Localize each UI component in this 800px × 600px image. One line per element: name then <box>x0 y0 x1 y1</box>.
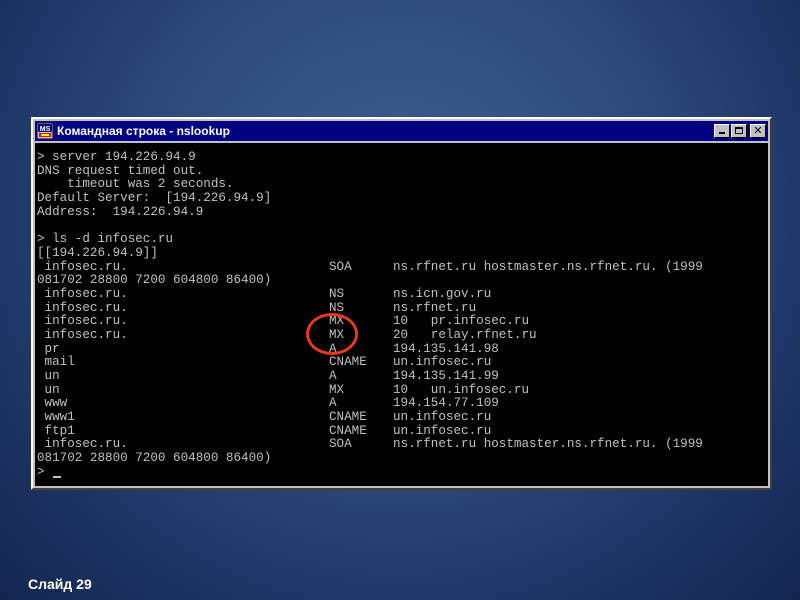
console-line-value: un.infosec.ru <box>393 355 492 370</box>
console-line-name: infosec.ru. <box>37 327 128 342</box>
console-line-name: infosec.ru. <box>37 300 128 315</box>
title-bar[interactable]: MS Командная строка - nslookup ✕ <box>35 121 768 141</box>
console-line-value: un.infosec.ru <box>393 423 492 438</box>
console-line-name: mail <box>37 355 75 370</box>
console-line: Default Server: [194.226.94.9] <box>37 191 768 206</box>
console-line: DNS request timed out. <box>37 163 768 179</box>
console-prompt: > <box>37 464 45 479</box>
text-cursor <box>52 475 61 478</box>
minimize-icon <box>719 132 725 134</box>
slide-number: Слайд 29 <box>28 576 92 592</box>
console-line-type: CNAME <box>329 355 367 370</box>
console-line-type: NS <box>329 286 345 301</box>
console-line-type <box>329 233 393 247</box>
console-line: un A 194.135.141.99 <box>37 369 768 384</box>
maximize-button[interactable] <box>731 124 747 138</box>
console-line-name: infosec.ru. <box>37 314 128 329</box>
console-line-type: MX <box>329 382 345 397</box>
console-line-type <box>329 206 393 220</box>
console-line: www1 CNAME un.infosec.ru <box>37 410 768 425</box>
console-line-type: CNAME <box>329 410 367 425</box>
console-line-value: ns.rfnet.ru hostmaster.ns.rfnet.ru. (199… <box>393 437 703 452</box>
console-line-name: www1 <box>37 410 75 425</box>
maximize-icon <box>735 127 743 134</box>
console-line: infosec.ru. NS ns.icn.gov.ru <box>37 286 768 302</box>
console-line-name <box>37 219 329 233</box>
console-window[interactable]: MS Командная строка - nslookup ✕ > serve… <box>31 117 772 490</box>
console-line-name: > server 194.226.94.9 <box>37 150 196 164</box>
console-line-name: 081702 28800 7200 604800 86400) <box>37 451 272 466</box>
console-line: 081702 28800 7200 604800 86400) <box>37 451 768 466</box>
console-line: [[194.226.94.9]] <box>37 245 768 261</box>
console-output[interactable]: > server 194.226.94.9 DNS request timed o… <box>35 143 768 486</box>
mx-highlight-ring <box>306 313 358 355</box>
console-line: infosec.ru. SOA ns.rfnet.ru hostmaster.ns.… <box>37 259 768 275</box>
console-line-type <box>329 274 393 288</box>
console-line-type <box>329 192 393 206</box>
console-line: mail CNAME un.infosec.ru <box>37 356 768 370</box>
console-line-value: ns.icn.gov.ru <box>393 286 492 301</box>
console-line-type <box>329 165 393 179</box>
console-line: infosec.ru. MX 20 relay.rfnet.ru <box>37 327 768 343</box>
console-line-type <box>329 219 393 233</box>
console-line: ftp1 CNAME un.infosec.ru <box>37 423 768 439</box>
console-line-value: 194.135.141.98 <box>393 341 499 356</box>
console-line-type: SOA <box>329 259 352 274</box>
console-line-name: www <box>37 396 68 411</box>
msdos-icon[interactable]: MS <box>37 123 53 139</box>
console-line-type: SOA <box>329 437 352 452</box>
console-prompt-line: > <box>37 464 768 480</box>
console-line-name: infosec.ru. <box>37 437 128 452</box>
console-line-name: pr <box>37 341 60 356</box>
console-line-value: 20 relay.rfnet.ru <box>393 327 537 342</box>
window-title: Командная строка - nslookup <box>57 124 230 138</box>
console-line: > server 194.226.94.9 <box>37 150 768 165</box>
console-line: Address: 194.226.94.9 <box>37 204 768 220</box>
console-line-value: 194.154.77.109 <box>393 396 499 411</box>
console-line: infosec.ru. NS ns.rfnet.ru <box>37 300 768 316</box>
console-line-value: 194.135.141.99 <box>393 369 499 383</box>
svg-text:MS: MS <box>40 126 51 133</box>
console-line-type <box>329 178 393 192</box>
console-lines: > server 194.226.94.9 DNS request timed o… <box>37 150 768 466</box>
console-line-type: A <box>329 396 337 411</box>
console-line-name: ftp1 <box>37 423 75 438</box>
close-button[interactable]: ✕ <box>750 124 766 138</box>
console-line-type: A <box>329 369 337 383</box>
console-line: infosec.ru. SOA ns.rfnet.ru hostmaster.ns.… <box>37 438 768 452</box>
console-line: 081702 28800 7200 604800 86400) <box>37 273 768 288</box>
console-line: > ls -d infosec.ru <box>37 232 768 247</box>
console-line-name: Address: 194.226.94.9 <box>37 204 204 219</box>
window-controls: ✕ <box>713 124 766 138</box>
console-line-name: 081702 28800 7200 604800 86400) <box>37 273 272 288</box>
close-icon: ✕ <box>753 124 763 137</box>
console-line-name: infosec.ru. <box>37 286 128 301</box>
console-line-name: infosec.ru. <box>37 259 128 274</box>
console-line: timeout was 2 seconds. <box>37 178 768 192</box>
console-line-type <box>329 247 393 261</box>
console-line-name: Default Server: [194.226.94.9] <box>37 191 272 206</box>
console-line-name: timeout was 2 seconds. <box>37 177 234 192</box>
console-line-value: ns.rfnet.ru <box>393 300 477 315</box>
console-line-value: ns.rfnet.ru hostmaster.ns.rfnet.ru. (199… <box>393 259 703 274</box>
console-line: un MX 10 un.infosec.ru <box>37 382 768 398</box>
console-line-name: DNS request timed out. <box>37 163 204 178</box>
console-line <box>37 219 768 233</box>
console-line: www A 194.154.77.109 <box>37 397 768 411</box>
console-line-value: un.infosec.ru <box>393 410 492 425</box>
console-line-name: > ls -d infosec.ru <box>37 232 174 247</box>
console-line: infosec.ru. MX 10 pr.infosec.ru <box>37 315 768 329</box>
console-line-name: un <box>37 369 60 383</box>
console-line-name: [[194.226.94.9]] <box>37 245 158 260</box>
console-line: pr A 194.135.141.98 <box>37 341 768 357</box>
console-line-type <box>329 151 393 165</box>
console-line-type <box>329 452 393 466</box>
console-line-value: 10 pr.infosec.ru <box>393 314 530 329</box>
console-line-name: un <box>37 382 60 397</box>
minimize-button[interactable] <box>714 124 730 138</box>
console-line-type: CNAME <box>329 423 367 438</box>
console-line-value: 10 un.infosec.ru <box>393 382 530 397</box>
